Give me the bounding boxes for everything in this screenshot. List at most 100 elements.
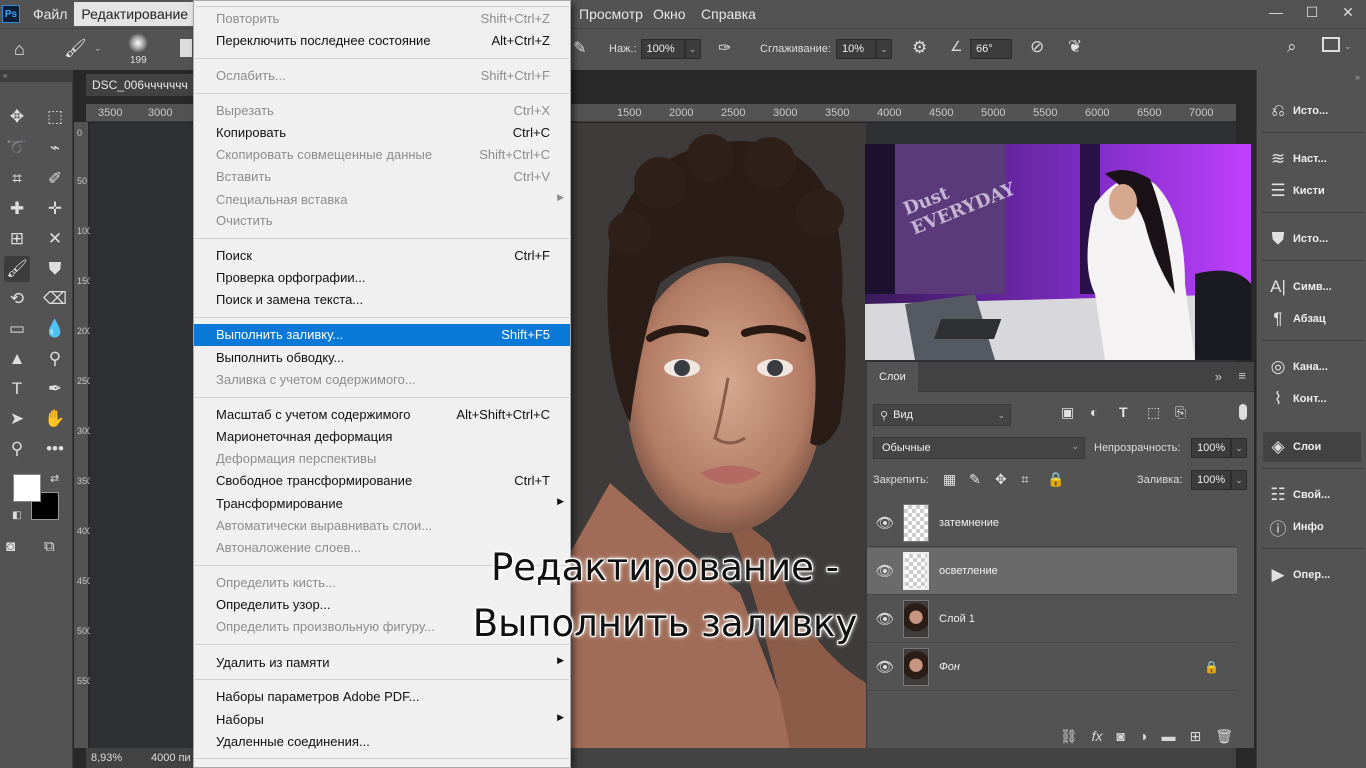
- dock-properties[interactable]: ☷ Свой...: [1263, 480, 1361, 510]
- layers-tab[interactable]: Слои: [867, 361, 918, 392]
- smoothing-dropdown-icon[interactable]: ⌄: [875, 39, 892, 59]
- brush-tool-icon[interactable]: 🖌: [4, 256, 30, 282]
- fill-dropdown-icon[interactable]: ⌄: [1231, 470, 1247, 490]
- pressure-dropdown-icon[interactable]: ⌄: [684, 39, 701, 59]
- menu-item-paste-special[interactable]: Специальная вставка ▶: [194, 189, 570, 211]
- symmetry-icon[interactable]: ❦: [1068, 37, 1082, 57]
- maximize-button[interactable]: ☐: [1294, 0, 1330, 24]
- trash-icon[interactable]: 🗑: [1215, 728, 1233, 745]
- zoom-level[interactable]: 8,93%: [91, 752, 143, 764]
- layer-row[interactable]: 👁 Слой 1: [867, 596, 1237, 643]
- dock-brushes[interactable]: ☰ Кисти: [1263, 176, 1361, 206]
- angle-field[interactable]: 66°: [970, 39, 1012, 59]
- menu-view[interactable]: Просмотр: [572, 2, 650, 26]
- filter-toggle[interactable]: [1239, 404, 1247, 420]
- menu-window[interactable]: Окно: [646, 2, 693, 26]
- type-tool-icon[interactable]: T: [4, 376, 30, 402]
- home-icon[interactable]: ⌂: [14, 39, 25, 60]
- chevron-down-icon[interactable]: ⌄: [94, 43, 102, 54]
- layer-row-selected[interactable]: 👁 осветление: [867, 548, 1237, 595]
- quick-mask-icon[interactable]: ◙: [6, 538, 15, 555]
- dock-actions[interactable]: ▶ Опер...: [1263, 560, 1361, 590]
- clone-stamp-tool-icon[interactable]: ⛊: [42, 256, 68, 282]
- patch-tool-icon[interactable]: ✛: [42, 196, 68, 222]
- dock-channels[interactable]: ◎ Кана...: [1263, 352, 1361, 382]
- menu-help[interactable]: Справка: [694, 2, 763, 26]
- menu-item-remote-connections[interactable]: Удаленные соединения...: [194, 731, 570, 753]
- history-brush-tool-icon[interactable]: ⟲: [4, 286, 30, 312]
- new-group-icon[interactable]: ▬: [1161, 728, 1175, 744]
- gear-icon[interactable]: ⚙: [912, 38, 927, 58]
- quick-select-tool-icon[interactable]: ⌁: [42, 135, 68, 161]
- smoothing-field[interactable]: 10%: [835, 39, 876, 59]
- crop-tool-icon[interactable]: ⌗: [4, 166, 30, 192]
- menu-item-presets[interactable]: Наборы ▶: [194, 709, 570, 731]
- marquee-tool-icon[interactable]: ⬚: [42, 104, 68, 130]
- path-select-tool-icon[interactable]: ➤: [4, 406, 30, 432]
- screen-mode-icon[interactable]: ⧉: [44, 538, 55, 555]
- dock-character[interactable]: A| Симв...: [1263, 272, 1361, 302]
- search-icon[interactable]: ⌕: [1287, 37, 1297, 57]
- dodge-tool-icon[interactable]: ⚲: [42, 346, 68, 372]
- lock-pixels-icon[interactable]: ✎: [969, 471, 981, 488]
- menu-item-redo[interactable]: Повторить Shift+Ctrl+Z: [194, 8, 570, 30]
- pressure-size-icon[interactable]: ⊘: [1030, 37, 1044, 57]
- menu-item-transform[interactable]: Трансформирование ▶: [194, 493, 570, 515]
- layer-style-fx-icon[interactable]: fx: [1092, 728, 1103, 744]
- menu-item-cut[interactable]: Вырезать Ctrl+X: [194, 100, 570, 122]
- menu-item-toggle-last-state[interactable]: Переключить последнее состояние Alt+Ctrl+…: [194, 30, 570, 52]
- default-colors-icon[interactable]: ◧: [12, 510, 21, 521]
- document-tab[interactable]: DSC_006ччччччч: [86, 74, 206, 96]
- eye-icon[interactable]: 👁: [867, 658, 903, 676]
- lock-position-icon[interactable]: ✥: [995, 471, 1007, 488]
- lock-transparent-icon[interactable]: ▦: [943, 471, 956, 488]
- menu-item-spell-check[interactable]: Проверка орфографии...: [194, 267, 570, 289]
- menu-item-content-aware-fill[interactable]: Заливка с учетом содержимого...: [194, 369, 570, 391]
- dock-paths[interactable]: ⌇ Конт...: [1263, 384, 1361, 414]
- layer-name[interactable]: осветление: [939, 565, 998, 577]
- frame-tool-icon[interactable]: ⊞: [4, 226, 30, 252]
- opacity-dropdown-icon[interactable]: ⌄: [1231, 438, 1247, 458]
- menu-item-pdf-presets[interactable]: Наборы параметров Adobe PDF...: [194, 686, 570, 708]
- menu-item-auto-align-layers[interactable]: Автоматически выравнивать слои...: [194, 515, 570, 537]
- brush-panel-icon[interactable]: [180, 39, 192, 57]
- filter-smart-object-icon[interactable]: ⎘: [1175, 404, 1186, 421]
- layer-name[interactable]: затемнение: [939, 517, 999, 529]
- more-tools-icon[interactable]: •••: [42, 436, 68, 462]
- add-mask-icon[interactable]: ◙: [1117, 728, 1125, 744]
- fill-field[interactable]: 100%: [1191, 470, 1231, 490]
- dock-brush-settings[interactable]: ≋ Наст...: [1263, 144, 1361, 174]
- layer-filter-select[interactable]: ⚲ Вид ⌄: [873, 404, 1011, 426]
- menu-item-paste[interactable]: Вставить Ctrl+V: [194, 166, 570, 188]
- filter-adjustment-icon[interactable]: ◐: [1090, 404, 1098, 420]
- menu-item-content-aware-scale[interactable]: Масштаб с учетом содержимого Alt+Shift+Ct…: [194, 404, 570, 426]
- filter-shape-icon[interactable]: ⬚: [1147, 404, 1160, 421]
- sharpen-tool-icon[interactable]: ▲: [4, 346, 30, 372]
- content-aware-move-icon[interactable]: ✕: [42, 226, 68, 252]
- new-layer-icon[interactable]: ⊞: [1189, 728, 1201, 745]
- move-tool-icon[interactable]: ✥: [4, 104, 30, 130]
- filter-type-icon[interactable]: T: [1119, 404, 1128, 420]
- pressure-field[interactable]: 100%: [640, 39, 685, 59]
- layer-row[interactable]: 👁 затемнение: [867, 500, 1237, 547]
- layer-name[interactable]: Фон: [939, 661, 960, 673]
- eraser-tool-icon[interactable]: ⌫: [42, 286, 68, 312]
- layer-row[interactable]: 👁 Фон 🔒: [867, 644, 1237, 691]
- menu-item-purge[interactable]: Удалить из памяти ▶: [194, 652, 570, 674]
- swap-colors-icon[interactable]: ⇄: [50, 472, 59, 485]
- hand-tool-icon[interactable]: ✋: [42, 406, 68, 432]
- workspace-dropdown-icon[interactable]: ⌄: [1344, 41, 1352, 52]
- menu-item-search[interactable]: Поиск Ctrl+F: [194, 245, 570, 267]
- dock-collapse-icon[interactable]: »: [1355, 72, 1360, 82]
- menu-file[interactable]: Файл: [26, 2, 74, 26]
- link-layers-icon[interactable]: ⛓: [1060, 728, 1078, 745]
- dock-clone-source[interactable]: ⛊ Исто...: [1263, 224, 1361, 254]
- menu-item-find-replace[interactable]: Поиск и замена текста...: [194, 289, 570, 311]
- menu-item-fade[interactable]: Ослабить... Shift+Ctrl+F: [194, 65, 570, 87]
- workspace-icon[interactable]: [1322, 37, 1340, 52]
- portrait-photo[interactable]: [570, 123, 866, 748]
- menu-item-clear[interactable]: Очистить: [194, 210, 570, 232]
- filter-pixel-icon[interactable]: ▣: [1061, 404, 1074, 421]
- gradient-tool-icon[interactable]: ▭: [4, 316, 30, 342]
- adjustment-layer-icon[interactable]: ◑: [1139, 728, 1147, 744]
